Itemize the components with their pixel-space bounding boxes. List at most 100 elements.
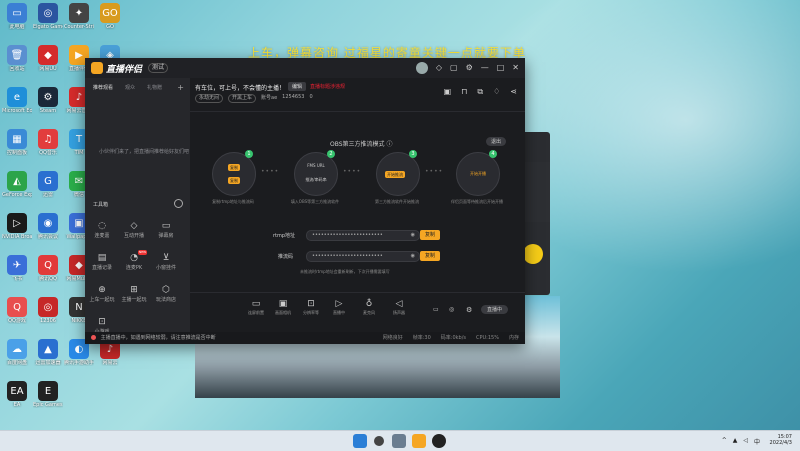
desktop-icon[interactable]: GO GO xyxy=(95,3,125,30)
copy-key-field-button[interactable]: 复制 xyxy=(420,251,440,261)
edit-title-button[interactable]: 编辑 xyxy=(288,82,307,91)
bottom-tool-button[interactable]: ▣ 画面相机 xyxy=(272,299,294,316)
toolbox-title: 工具箱 xyxy=(93,202,109,208)
desktop-icon[interactable]: ▷NVIDIA Broadcast xyxy=(2,213,32,240)
copy-key-button[interactable]: 复制 xyxy=(228,177,240,184)
tab-gifts[interactable]: 礼物赠 xyxy=(147,84,162,91)
desktop-icon[interactable]: ◉ 腾讯会议 xyxy=(33,213,63,240)
desktop-icon[interactable]: eMicrosoft Edge xyxy=(2,87,32,114)
tab-recommend[interactable]: 推荐观看 xyxy=(93,84,113,91)
eye-icon[interactable]: ◉ xyxy=(411,231,415,240)
user-avatar[interactable] xyxy=(415,62,428,74)
settings-icon[interactable]: ⚙ xyxy=(466,62,473,74)
add-icon[interactable]: + xyxy=(177,83,184,92)
step-2: 2 FMS URL 推流/串码串 xyxy=(294,150,338,196)
bell-icon[interactable]: ♢ xyxy=(493,87,500,97)
step-3-desc: 第三方推流软件开始推流 xyxy=(375,199,419,204)
desktop-icon[interactable]: ▦ 控制面板 xyxy=(2,129,32,156)
desktop-icon[interactable]: ✈ 飞书 xyxy=(2,255,32,282)
start-push-button[interactable]: 开始推流 xyxy=(385,171,405,178)
search-icon[interactable] xyxy=(374,436,384,446)
start-icon[interactable] xyxy=(353,434,367,448)
tool-item[interactable]: ▤ 直播记录 xyxy=(87,253,117,271)
exit-obs-button[interactable]: 退出 xyxy=(486,137,507,146)
tab-audience[interactable]: 观众 xyxy=(125,84,135,91)
desktop-icon[interactable]: ♫ QQ音乐 xyxy=(33,129,63,156)
obs-mode-title: OBS第三方推流模式 ⓘ xyxy=(330,141,393,148)
desktop-icon[interactable]: ◆ 网易UU xyxy=(33,45,63,72)
tool-item[interactable]: ⊻ 小窗挂件 xyxy=(151,253,181,271)
message-icon[interactable]: ▢ xyxy=(450,62,458,74)
bottom-tool-icon: ▭ xyxy=(251,299,261,309)
tool-item[interactable]: ◔ 连麦PK NEW xyxy=(119,250,149,271)
desktop-icon-label: 腾讯会议 xyxy=(37,234,58,240)
task-view-icon[interactable] xyxy=(392,434,406,448)
stream-key-label: 推流/串码串 xyxy=(305,177,327,182)
new-badge: NEW xyxy=(138,250,148,255)
share-icon[interactable]: ⋖ xyxy=(510,87,517,97)
mic-small-icon[interactable]: ◎ xyxy=(449,306,454,313)
tool-icon: ◌ xyxy=(98,221,106,231)
tool-item[interactable]: ◌ 连麦嘉 xyxy=(87,221,117,239)
stream-key-field[interactable]: •••••••••••••••••••••••• ◉ xyxy=(306,251,420,262)
status-item: 内存 xyxy=(508,335,519,341)
camera-small-icon[interactable]: ▭ xyxy=(433,306,439,313)
copy-rtmp-button[interactable]: 复制 xyxy=(228,164,240,171)
copy-icon[interactable]: ⧉ xyxy=(477,87,483,97)
toolbox-more-icon[interactable] xyxy=(174,199,183,208)
desktop-icon[interactable]: ⚙ Steam xyxy=(33,87,63,114)
desktop-icon-label: QQ音乐 xyxy=(39,150,57,156)
live-button[interactable]: 直播中 xyxy=(481,305,509,314)
bottom-tool-button[interactable]: ◁ 扬声器 xyxy=(388,299,410,316)
tool-item[interactable]: ⬡ 玩法商店 xyxy=(151,285,181,303)
close-icon[interactable]: ✕ xyxy=(512,62,519,74)
desktop-icon[interactable]: ◭GeForce Experience xyxy=(2,171,32,198)
tool-item[interactable]: ⊕ 上车一起玩 xyxy=(87,285,117,303)
desktop-app-icon: ◎ xyxy=(38,297,58,317)
bottom-tool-button[interactable]: ⊡ 分辨率等 xyxy=(300,299,322,316)
rtmp-field[interactable]: •••••••••••••••••••••••• ◉ xyxy=(306,230,420,241)
lock-icon[interactable]: ⊓ xyxy=(461,87,467,97)
desktop-icon[interactable]: Q 腾讯QQ xyxy=(33,255,63,282)
screen-icon[interactable]: ▣ xyxy=(444,87,452,97)
desktop-icon[interactable]: ▲ 迅雷加速器 xyxy=(33,339,63,366)
copy-rtmp-field-button[interactable]: 复制 xyxy=(420,230,440,240)
settings-gear-icon[interactable]: ⚙ xyxy=(466,306,472,314)
category-pill[interactable]: 永劫无间 xyxy=(195,94,224,103)
desktop-icon[interactable]: Q QQ游戏 xyxy=(2,297,32,324)
volume-icon[interactable]: ◁ xyxy=(743,437,748,446)
desktop-icon[interactable]: ▭ 此电脑 xyxy=(2,3,32,30)
desktop-icon[interactable]: G 迅雷 xyxy=(33,171,63,198)
bottom-tool-button[interactable]: ▭ 连屏前置 xyxy=(245,299,267,316)
bottom-tool-button[interactable]: ▷ 直播中 xyxy=(328,299,350,316)
desktop-icon[interactable]: ◎ 12306 xyxy=(33,297,63,324)
taskbar-live-companion-icon[interactable] xyxy=(412,434,426,448)
tool-icon: ▤ xyxy=(97,253,107,263)
taskbar: ^ ▲ ◁ 中 15:07 2022/4/3 xyxy=(0,430,800,451)
taskbar-obs-icon[interactable] xyxy=(432,434,446,448)
minimize-icon[interactable]: — xyxy=(481,62,489,74)
desktop-icon[interactable]: 🗑 回收站 xyxy=(2,45,32,72)
ime-icon[interactable]: 中 xyxy=(754,437,760,446)
bottom-tool-button[interactable]: ♁ 麦克风 xyxy=(358,299,380,316)
tag-pill[interactable]: 开黑上车 xyxy=(228,94,257,103)
desktop-icon[interactable]: ☁ 百度网盘 xyxy=(2,339,32,366)
eye-icon[interactable]: ◉ xyxy=(411,252,415,261)
desktop-icon[interactable]: EA EA xyxy=(2,381,32,408)
desktop-icon-label: NVIDIA Broadcast xyxy=(2,234,32,240)
desktop-icon[interactable]: ◎Elgato Game Capture xyxy=(33,3,63,30)
start-live-label[interactable]: 开始开播 xyxy=(457,171,499,177)
tool-item[interactable]: ◇ 互动开播 xyxy=(119,221,149,239)
bottom-toolbar: ▭ 连屏前置 ▣ 画面相机 ⊡ 分辨率等 ▷ 直播中 ♁ 麦克风 ◁ 扬声器 ▭ ◎ ⚙ 直播中 xyxy=(190,292,525,333)
network-icon[interactable]: ▲ xyxy=(733,437,738,446)
background-window-yellow-button[interactable] xyxy=(523,244,543,264)
desktop-icon[interactable]: EEpic Games Launcher xyxy=(33,381,63,408)
desktop-icon[interactable]: ✦Counter-Strike xyxy=(64,3,94,30)
step-1-desc: 复制rtmp地址与推流码 xyxy=(212,199,254,204)
tool-item[interactable]: ▭ 弹幕房 xyxy=(151,221,181,239)
maximize-icon[interactable]: □ xyxy=(497,62,505,74)
skin-icon[interactable]: ◇ xyxy=(436,62,442,74)
tool-item[interactable]: ⊞ 主播一起玩 xyxy=(119,285,149,303)
chevron-up-icon[interactable]: ^ xyxy=(722,437,727,446)
clock[interactable]: 15:07 2022/4/3 xyxy=(770,434,792,446)
